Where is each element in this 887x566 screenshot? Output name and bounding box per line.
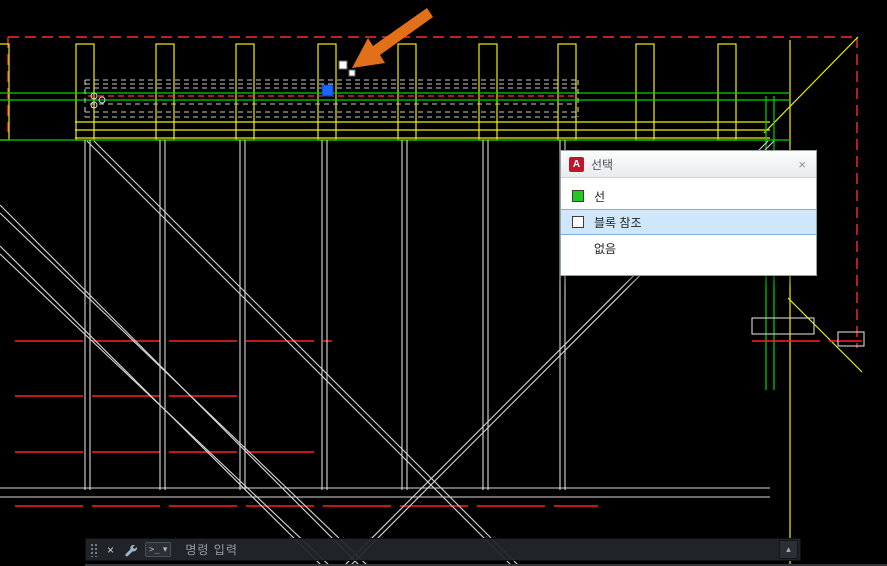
- drawing-canvas[interactable]: [0, 0, 887, 566]
- dialog-title: 선택: [591, 157, 614, 172]
- dialog-item-label: 선: [594, 189, 606, 204]
- drag-handle-icon[interactable]: [89, 542, 98, 557]
- color-swatch-green: [572, 190, 584, 202]
- dialog-item-label: 없음: [594, 241, 617, 256]
- hidden-object-badge: [338, 60, 356, 77]
- scroll-up-icon: ▴: [786, 544, 791, 554]
- close-icon[interactable]: ×: [796, 157, 808, 172]
- chevron-down-icon: ▾: [162, 544, 168, 554]
- command-bar: × >_ ▾ 명령 입력 ▴: [85, 538, 801, 561]
- color-swatch-white: [572, 216, 584, 228]
- annotation-arrow-icon: [352, 8, 433, 68]
- selection-dialog: A 선택 × 선 블록 참조 없음: [560, 150, 817, 276]
- grip-blue[interactable]: [321, 84, 334, 97]
- dialog-item-none[interactable]: 없음: [561, 235, 816, 261]
- red-detail-lines: [15, 340, 862, 507]
- dialog-item-label: 블록 참조: [594, 215, 642, 230]
- cad-viewport[interactable]: A 선택 × 선 블록 참조 없음 × >_ ▾ 명령 입력 ▴: [0, 0, 887, 566]
- dialog-item-block-reference[interactable]: 블록 참조: [561, 209, 816, 235]
- dialog-body: 선 블록 참조 없음: [561, 178, 816, 275]
- command-input[interactable]: 명령 입력: [185, 541, 238, 558]
- yellow-columns: [0, 36, 863, 566]
- dialog-item-line[interactable]: 선: [561, 183, 816, 209]
- scroll-up-button[interactable]: ▴: [779, 540, 798, 559]
- autocad-logo-icon: A: [569, 156, 584, 172]
- dialog-titlebar[interactable]: A 선택 ×: [561, 151, 816, 178]
- command-prompt-icon: >_: [149, 544, 160, 555]
- recent-commands-button[interactable]: >_ ▾: [145, 542, 172, 557]
- customize-wrench-icon[interactable]: [119, 543, 141, 557]
- close-icon[interactable]: ×: [102, 543, 119, 557]
